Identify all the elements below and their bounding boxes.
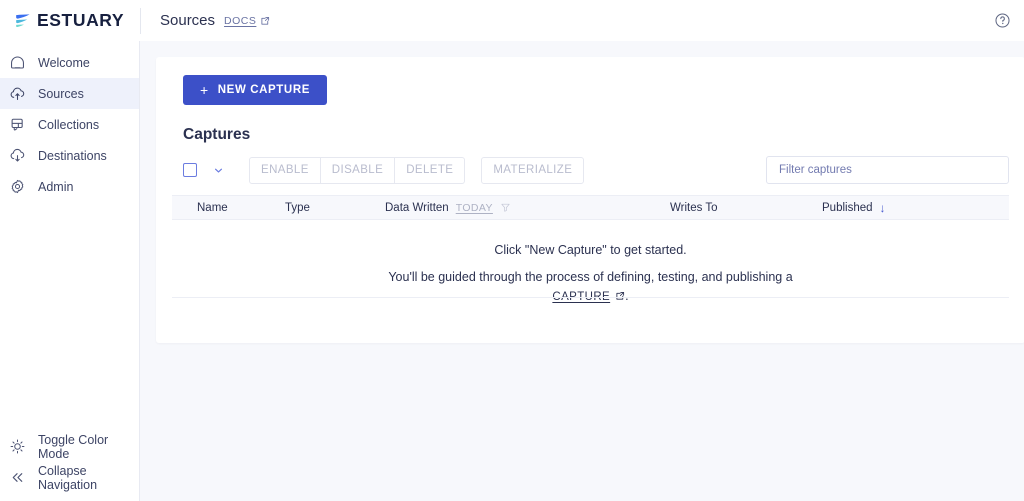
section-title: Captures bbox=[183, 126, 251, 143]
sidebar-item-collapse-navigation[interactable]: Collapse Navigation bbox=[0, 462, 139, 493]
column-label: Name bbox=[197, 201, 228, 214]
empty-state: Click "New Capture" to get started. You'… bbox=[172, 220, 1009, 307]
column-header-name[interactable]: Name bbox=[172, 202, 285, 214]
selection-dropdown-button[interactable] bbox=[210, 162, 226, 178]
docs-link[interactable]: DOCS bbox=[224, 15, 270, 27]
delete-button[interactable]: DELETE bbox=[395, 156, 466, 184]
enable-button[interactable]: ENABLE bbox=[249, 156, 321, 184]
sidebar-item-label: Collections bbox=[38, 117, 100, 132]
docs-link-label: DOCS bbox=[224, 14, 257, 27]
body-region: Welcome Sources Collections Destinations… bbox=[0, 41, 1024, 501]
help-circle-icon bbox=[994, 13, 1010, 28]
filter-captures-input[interactable] bbox=[766, 156, 1009, 184]
home-icon bbox=[9, 54, 26, 71]
estuary-flow-app: ESTUARY Sources DOCS Welcome Sources Col… bbox=[0, 0, 1024, 501]
sidebar-item-label: Collapse Navigation bbox=[38, 463, 98, 492]
brand-logo[interactable]: ESTUARY bbox=[0, 0, 140, 41]
top-bar: ESTUARY Sources DOCS bbox=[0, 0, 1024, 41]
external-link-icon bbox=[261, 16, 270, 25]
plus-icon: + bbox=[200, 82, 209, 98]
sidebar-item-label: Destinations bbox=[38, 148, 107, 163]
today-filter-chip[interactable]: TODAY bbox=[456, 202, 493, 214]
logo-wordmark: ESTUARY bbox=[37, 10, 125, 30]
empty-state-secondary-text: You'll be guided through the process of … bbox=[381, 268, 801, 307]
sidebar: Welcome Sources Collections Destinations… bbox=[0, 41, 140, 501]
materialize-button[interactable]: MATERIALIZE bbox=[481, 156, 585, 184]
sidebar-item-collections[interactable]: Collections bbox=[0, 109, 139, 140]
new-capture-label: NEW CAPTURE bbox=[217, 84, 310, 96]
sidebar-item-label: Admin bbox=[38, 179, 74, 194]
help-button[interactable] bbox=[991, 10, 1013, 32]
column-header-type[interactable]: Type bbox=[285, 202, 385, 214]
chevron-double-left-icon bbox=[9, 469, 26, 486]
select-all-checkbox[interactable] bbox=[183, 163, 197, 177]
sidebar-item-label: Welcome bbox=[38, 55, 90, 70]
chevron-down-icon bbox=[214, 168, 222, 173]
arrow-down-icon: ↓ bbox=[879, 200, 886, 215]
column-label: Writes To bbox=[670, 201, 718, 214]
column-label: Published bbox=[822, 201, 873, 214]
funnel-filter-icon[interactable] bbox=[500, 202, 511, 213]
column-label: Data Written bbox=[385, 201, 449, 214]
top-bar-right: Sources DOCS bbox=[141, 0, 1024, 41]
page-title: Sources bbox=[160, 12, 216, 29]
new-capture-button[interactable]: + NEW CAPTURE bbox=[183, 75, 327, 105]
sidebar-item-toggle-color-mode[interactable]: Toggle Color Mode bbox=[0, 431, 139, 462]
table-header-row: Name Type Data Written TODAY Writes To P… bbox=[172, 195, 1009, 220]
column-header-data-written[interactable]: Data Written TODAY bbox=[385, 202, 670, 214]
table-bottom-divider bbox=[172, 297, 1009, 298]
captures-card: + NEW CAPTURE Captures ENABLE DISABLE DE bbox=[156, 57, 1024, 343]
sidebar-item-admin[interactable]: Admin bbox=[0, 171, 139, 202]
captures-table: Name Type Data Written TODAY Writes To P… bbox=[172, 195, 1009, 307]
cloud-download-icon bbox=[9, 147, 26, 164]
column-header-published[interactable]: Published ↓ bbox=[822, 202, 1009, 214]
bulk-action-button-group: ENABLE DISABLE DELETE bbox=[249, 156, 466, 184]
estuary-wave-logo-icon bbox=[16, 14, 30, 28]
disable-button[interactable]: DISABLE bbox=[320, 156, 396, 184]
cloud-upload-icon bbox=[9, 85, 26, 102]
column-header-writes-to[interactable]: Writes To bbox=[670, 202, 822, 214]
collections-icon bbox=[9, 116, 26, 133]
column-label: Type bbox=[285, 201, 310, 214]
table-toolbar: ENABLE DISABLE DELETE MATERIALIZE bbox=[183, 156, 1009, 184]
sidebar-item-label: Toggle Color Mode bbox=[38, 432, 109, 461]
sidebar-item-destinations[interactable]: Destinations bbox=[0, 140, 139, 171]
empty-state-secondary-prefix: You'll be guided through the process of … bbox=[388, 270, 793, 284]
sidebar-item-welcome[interactable]: Welcome bbox=[0, 47, 139, 78]
sidebar-bottom-group: Toggle Color Mode Collapse Navigation bbox=[0, 431, 139, 501]
gear-icon bbox=[9, 178, 26, 195]
empty-state-primary-text: Click "New Capture" to get started. bbox=[494, 243, 687, 257]
sidebar-item-label: Sources bbox=[38, 86, 84, 101]
sun-icon bbox=[9, 438, 26, 455]
sidebar-item-sources[interactable]: Sources bbox=[0, 78, 139, 109]
main-content: + NEW CAPTURE Captures ENABLE DISABLE DE bbox=[140, 41, 1024, 501]
